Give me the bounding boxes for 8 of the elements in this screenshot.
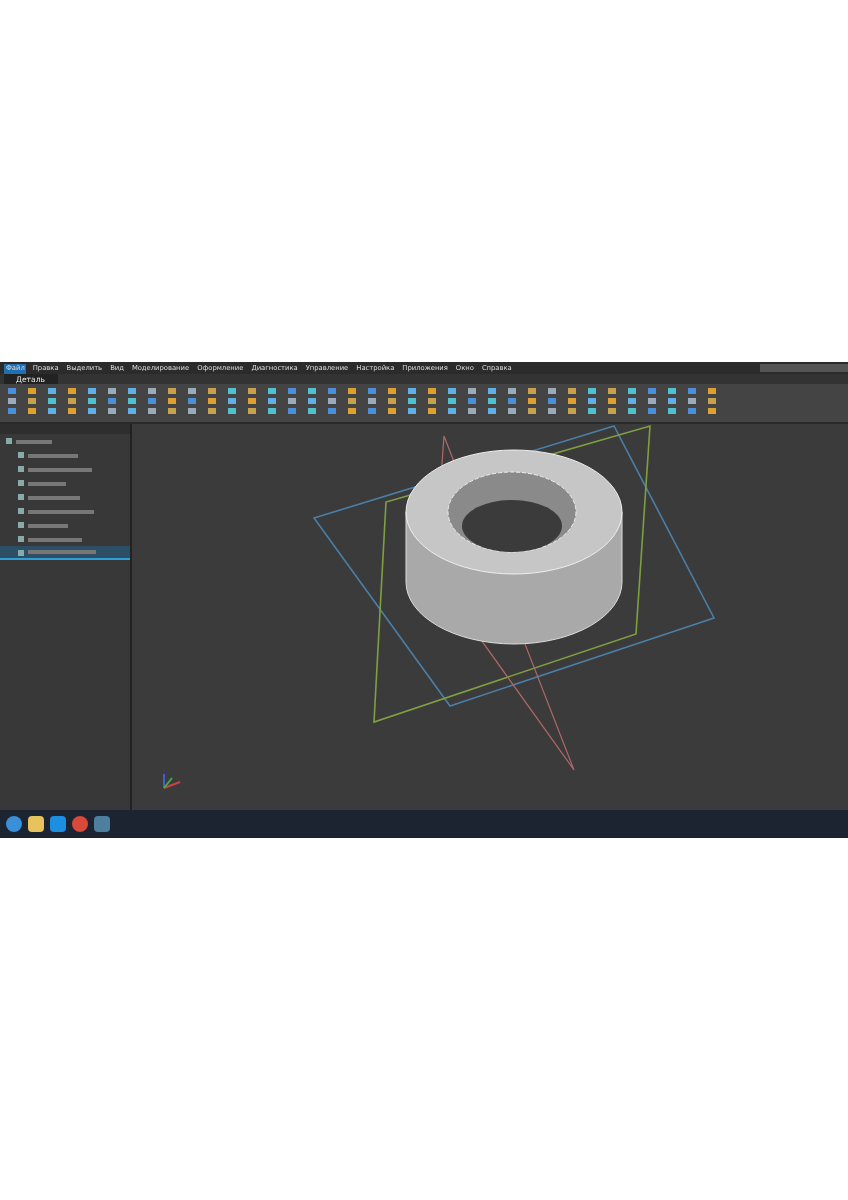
search-field[interactable] [760,364,848,372]
tree-item[interactable] [0,546,130,560]
browser-icon[interactable] [72,816,88,832]
app-icon[interactable] [94,816,110,832]
start-button[interactable] [6,816,22,832]
axis-icon [163,773,181,789]
folder-icon[interactable] [28,816,44,832]
app-icon[interactable] [50,816,66,832]
